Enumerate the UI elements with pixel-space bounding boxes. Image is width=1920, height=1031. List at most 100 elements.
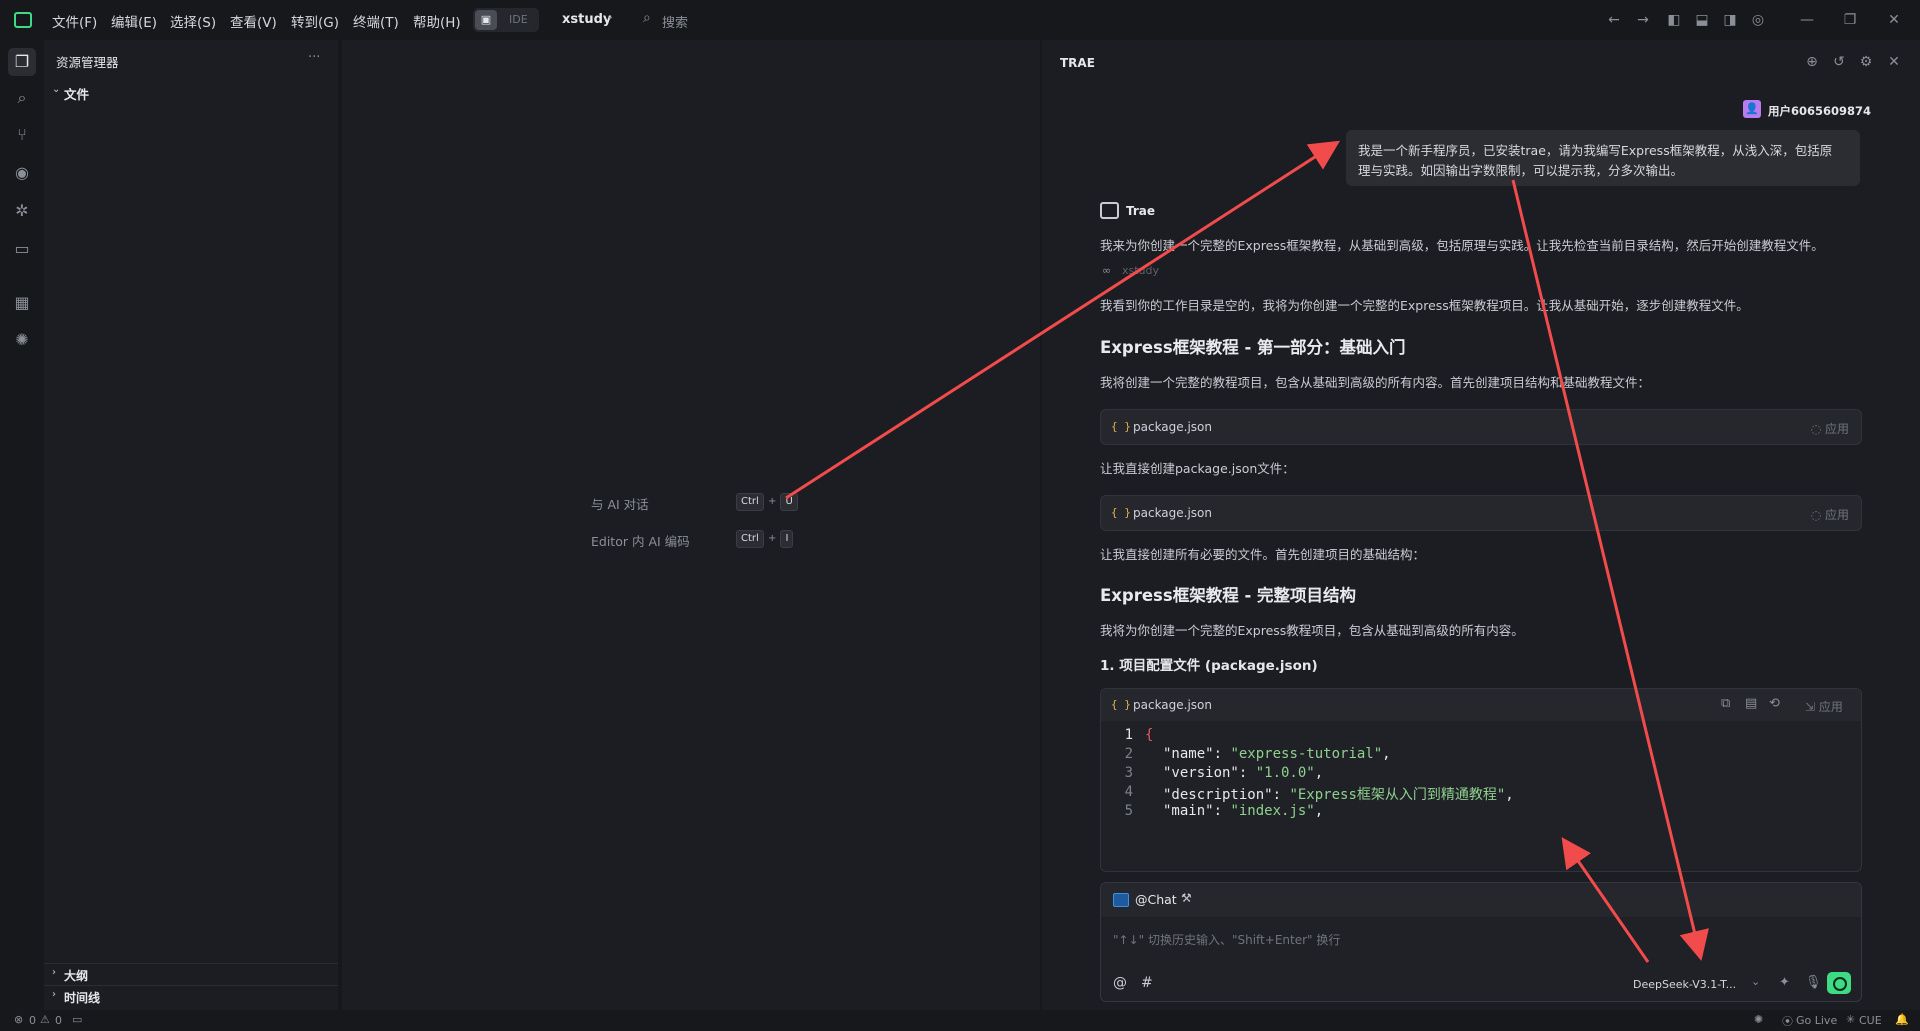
apply-button[interactable]: ◌ 应用 xyxy=(1811,420,1849,437)
account-icon[interactable]: ◎ xyxy=(1748,10,1768,30)
code-line: 4 "description": "Express框架从入门到精通教程", xyxy=(1101,784,1861,803)
ports-icon[interactable]: ▭ xyxy=(72,1013,82,1026)
loading-icon: ◌ xyxy=(1810,508,1825,522)
assistant-logo-icon xyxy=(1100,202,1119,219)
go-live-button[interactable]: Go Live xyxy=(1796,1014,1837,1027)
close-window-icon[interactable]: ✕ xyxy=(1884,10,1904,30)
chevron-down-icon[interactable]: ⌄ xyxy=(606,11,614,22)
copy-icon[interactable]: ⧉ xyxy=(1721,696,1730,711)
chevron-right-icon[interactable]: › xyxy=(52,967,56,978)
send-button[interactable] xyxy=(1827,972,1851,994)
ide-mode-label[interactable]: IDE xyxy=(509,13,528,26)
code-card-2[interactable]: { } package.json ◌ 应用 xyxy=(1100,495,1862,531)
code-card-filename: package.json xyxy=(1133,420,1213,434)
key-u: U xyxy=(780,493,798,511)
preview-icon[interactable]: ◉ xyxy=(10,161,34,185)
error-icon[interactable]: ⊗ xyxy=(14,1013,23,1026)
agent-tools-icon[interactable]: ⚒ xyxy=(1181,891,1192,905)
code-text: "main": "index.js", xyxy=(1163,803,1324,819)
warning-count[interactable]: 0 xyxy=(55,1014,62,1027)
notifications-icon[interactable]: 🔔 xyxy=(1895,1013,1909,1026)
menu-select[interactable]: 选择(S) xyxy=(170,11,216,31)
menu-file[interactable]: 文件(F) xyxy=(52,11,97,31)
code-text: "version": "1.0.0", xyxy=(1163,765,1324,781)
toggle-sidebar-icon[interactable]: ◧ xyxy=(1664,10,1684,30)
chat-input-box[interactable]: @Chat ⚒ "↑↓" 切换历史输入、"Shift+Enter" 换行 @ #… xyxy=(1100,882,1862,1002)
section-heading: Express框架教程 - 完整项目结构 xyxy=(1100,586,1357,605)
menu-edit[interactable]: 编辑(E) xyxy=(111,11,157,31)
sparkle-icon[interactable]: ✦ xyxy=(1779,975,1790,990)
mode-switch[interactable]: ▣ IDE xyxy=(473,8,539,32)
forward-arrow-icon[interactable]: → xyxy=(1633,10,1653,30)
search-icon[interactable]: ⌕ xyxy=(643,10,651,26)
error-count[interactable]: 0 xyxy=(29,1014,36,1027)
code-block: { } package.json ⧉ ▤ ⟲ ⇲ 应用 1{2 "name": "… xyxy=(1100,688,1862,872)
microphone-icon[interactable]: 🎙 xyxy=(1805,975,1822,990)
solo-mode-icon[interactable]: ▣ xyxy=(475,10,497,30)
close-panel-icon[interactable]: ✕ xyxy=(1884,52,1904,72)
apply-button[interactable]: ◌ 应用 xyxy=(1811,506,1849,523)
chevron-right-icon[interactable]: › xyxy=(52,989,56,1000)
toggle-secondary-sidebar-icon[interactable]: ◨ xyxy=(1720,10,1740,30)
apply-icon: ⇲ xyxy=(1805,700,1819,714)
menu-view[interactable]: 查看(V) xyxy=(230,11,277,31)
history-icon[interactable]: ↺ xyxy=(1829,52,1849,72)
menu-terminal[interactable]: 终端(T) xyxy=(353,11,399,31)
code-card-1[interactable]: { } package.json ◌ 应用 xyxy=(1100,409,1862,445)
mention-button[interactable]: @ xyxy=(1113,975,1127,991)
new-chat-icon[interactable]: ⊕ xyxy=(1802,52,1822,72)
search-label[interactable]: 搜索 xyxy=(662,12,688,31)
code-text: { xyxy=(1145,727,1154,743)
model-selector[interactable]: DeepSeek-V3.1-T... xyxy=(1633,978,1736,991)
divider xyxy=(44,963,338,964)
user-message-line: 我是一个新手程序员，已安装trae，请为我编写Express框架教程，从浅入深，… xyxy=(1358,143,1833,158)
chat-agent-tag[interactable]: @Chat xyxy=(1135,892,1177,907)
source-control-icon[interactable]: ⑂ xyxy=(10,123,34,147)
context-button[interactable]: # xyxy=(1141,975,1153,991)
divider xyxy=(44,985,338,986)
cue-icon[interactable]: ✳ xyxy=(1846,1013,1855,1026)
tool-call-label[interactable]: xstudy xyxy=(1122,264,1159,277)
key-plus: + xyxy=(767,533,777,544)
line-number: 3 xyxy=(1124,765,1133,781)
assistant-paragraph: 我来为你创建一个完整的Express框架教程，从基础到高级，包括原理与实践。让我… xyxy=(1100,238,1824,253)
remote-icon[interactable]: ▭ xyxy=(10,237,34,261)
menu-goto[interactable]: 转到(G) xyxy=(291,11,339,31)
ai-settings-icon[interactable]: ✺ xyxy=(10,328,34,352)
toggle-panel-icon[interactable]: ⬓ xyxy=(1692,10,1712,30)
extensions-icon[interactable]: ▦ xyxy=(10,291,34,315)
chat-input-placeholder[interactable]: "↑↓" 切换历史输入、"Shift+Enter" 换行 xyxy=(1113,931,1340,948)
workspace-name[interactable]: xstudy xyxy=(562,12,611,27)
run-icon[interactable]: ⟲ xyxy=(1769,696,1780,711)
apply-button[interactable]: ⇲ 应用 xyxy=(1805,698,1843,715)
explorer-icon[interactable]: ❐ xyxy=(10,50,34,74)
menu-help[interactable]: 帮助(H) xyxy=(413,11,461,31)
outline-section[interactable]: 大纲 xyxy=(64,967,88,984)
cue-status[interactable]: CUE xyxy=(1859,1014,1882,1027)
chevron-down-icon[interactable]: ⌄ xyxy=(1751,975,1760,988)
code-line: 1{ xyxy=(1101,727,1861,746)
subsection-heading: 1. 项目配置文件 (package.json) xyxy=(1100,658,1318,674)
warning-icon[interactable]: ⚠ xyxy=(40,1013,50,1026)
chat-input-header: @Chat ⚒ xyxy=(1101,883,1861,917)
chevron-down-icon[interactable]: ⌄ xyxy=(52,84,60,95)
debug-icon[interactable]: ✲ xyxy=(10,199,34,223)
activity-bar: ❐ ⌕ ⑂ ◉ ✲ ▭ ▦ ✺ xyxy=(0,40,44,1010)
ai-status-icon[interactable]: ✺ xyxy=(1754,1013,1763,1026)
key-ctrl: Ctrl xyxy=(736,493,764,511)
explorer-more-icon[interactable]: ··· xyxy=(308,50,320,65)
json-file-icon: { } xyxy=(1111,506,1131,519)
back-arrow-icon[interactable]: ← xyxy=(1604,10,1624,30)
code-card-filename: package.json xyxy=(1133,698,1213,712)
user-message-line: 理与实践。如因输出字数限制，可以提示我，分多次输出。 xyxy=(1358,163,1684,178)
timeline-section[interactable]: 时间线 xyxy=(64,989,100,1006)
user-name: 用户6065609874 xyxy=(1768,104,1872,118)
broadcast-icon[interactable]: ⦿ xyxy=(1782,1013,1793,1029)
folder-root-label[interactable]: 文件 xyxy=(64,84,89,103)
search-files-icon[interactable]: ⌕ xyxy=(10,86,34,110)
insert-icon[interactable]: ▤ xyxy=(1745,696,1757,711)
restore-icon[interactable]: ❐ xyxy=(1840,10,1860,30)
inline-ai-shortcut: Ctrl + I xyxy=(736,530,794,548)
minimize-icon[interactable]: — xyxy=(1797,10,1817,30)
settings-gear-icon[interactable]: ⚙ xyxy=(1856,52,1876,72)
